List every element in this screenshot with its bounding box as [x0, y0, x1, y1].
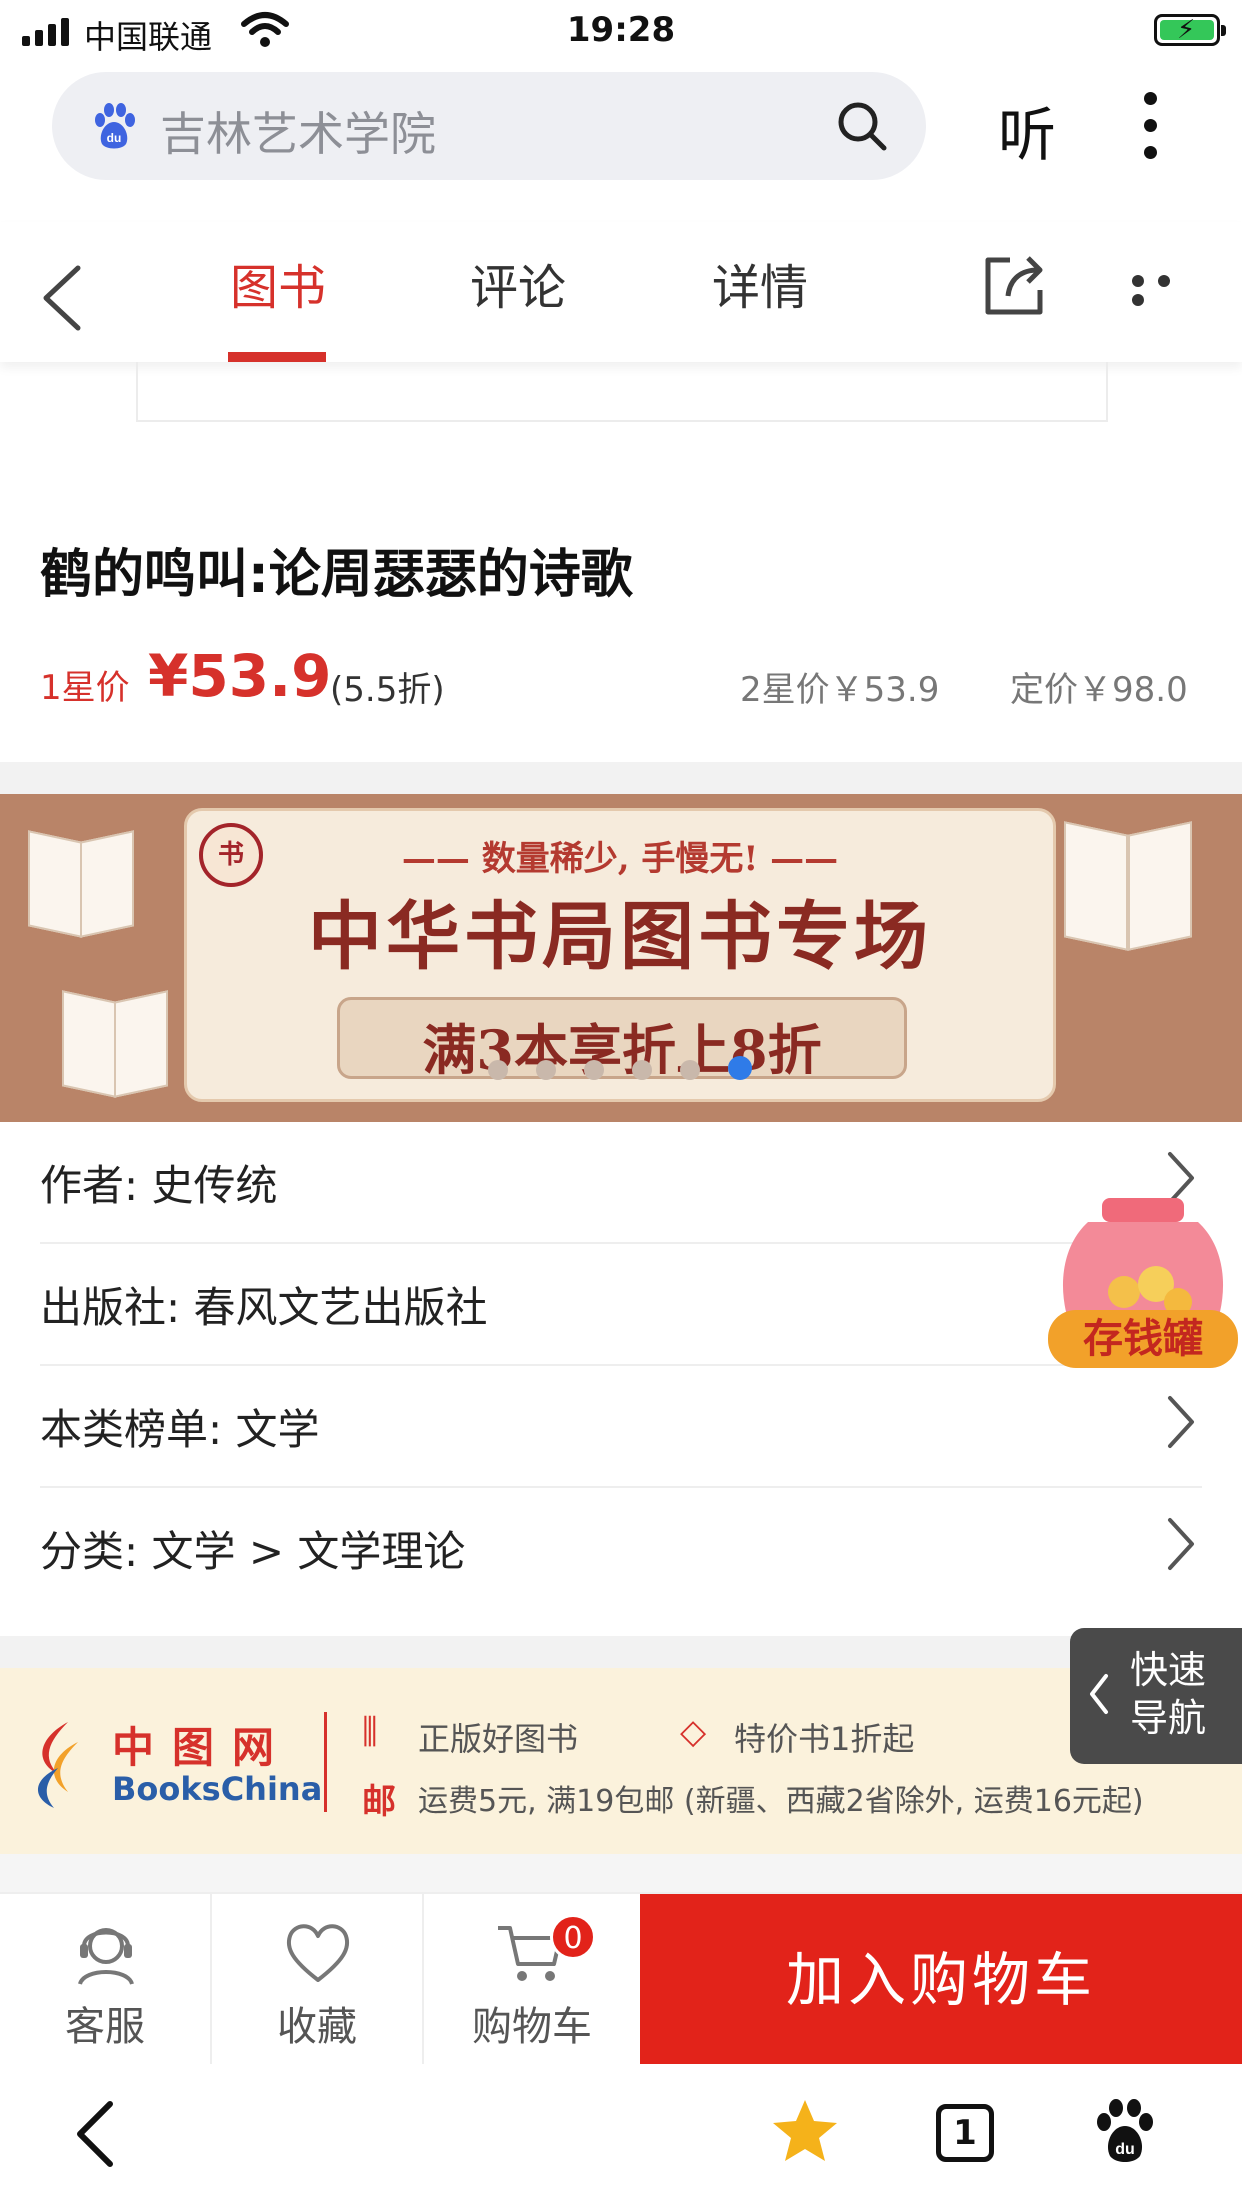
price-tag-icon: ◇ — [680, 1712, 707, 1752]
quick-nav-label: 快速导航 — [1130, 1648, 1207, 1740]
section-divider — [0, 1854, 1242, 1892]
ranking-text: 本类榜单: 文学 — [40, 1405, 320, 1454]
battery-icon: ⚡ — [1154, 14, 1226, 46]
listen-button[interactable]: 听 — [998, 88, 1056, 172]
add-to-cart-button[interactable]: 加入购物车 — [640, 1894, 1242, 2066]
tab-details[interactable]: 详情 — [712, 248, 808, 318]
carousel-dot — [680, 1060, 700, 1080]
promo-banner[interactable]: 书 —— 数量稀少, 手慢无! —— 中华书局图书专场 满3本享折上8折 — [0, 794, 1242, 1122]
baidu-paw-icon: du — [95, 103, 135, 149]
banner-headline: 中华书局图书专场 — [308, 894, 932, 980]
svg-text:du: du — [107, 131, 122, 145]
shipping-policy: 运费5元, 满19包邮 (新疆、西藏2省除外, 运费16元起) — [418, 1784, 1144, 1819]
status-bar: 中国联通 19:28 ⚡ — [0, 0, 1242, 66]
headset-icon — [78, 1928, 134, 1985]
store-name-en: BooksChina — [112, 1770, 323, 1808]
baidu-home-icon[interactable]: du — [1094, 2098, 1156, 2164]
carousel-dot — [632, 1060, 652, 1080]
savings-jar-button[interactable]: 存钱罐 — [1044, 1192, 1242, 1378]
tab-books[interactable]: 图书 — [230, 248, 326, 318]
shipping-icon: 邮 — [362, 1782, 396, 1822]
star2-price: 2星价￥53.9 — [740, 670, 940, 710]
search-bar[interactable]: du 吉林艺术学院 — [52, 72, 926, 180]
carousel-dot-active — [728, 1056, 752, 1080]
star1-price: ¥53.9 — [148, 642, 332, 710]
tab-count-button[interactable]: 1 — [936, 2104, 994, 2162]
svg-text:du: du — [1115, 2141, 1135, 2158]
search-input[interactable]: 吉林艺术学院 — [160, 98, 436, 164]
feature-discount: 特价书1折起 — [734, 1720, 915, 1758]
info-row-author[interactable]: 作者: 史传统 — [40, 1122, 1202, 1244]
chevron-right-icon — [1168, 1518, 1194, 1570]
more-options-icon[interactable] — [1140, 92, 1160, 162]
cart-button[interactable]: 0 购物车 — [424, 1894, 640, 2066]
tab-nav: 图书 评论 详情 — [0, 222, 1242, 362]
browser-toolbar: 1 du — [0, 2064, 1242, 2208]
carousel-dots[interactable] — [488, 1056, 780, 1080]
feature-genuine: 正版好图书 — [418, 1720, 579, 1758]
heart-icon — [286, 1924, 350, 1982]
bookmark-star-icon[interactable] — [770, 2096, 840, 2166]
books-icon: ⫼ — [362, 1712, 378, 1752]
browser-back-icon[interactable] — [74, 2098, 116, 2170]
more-icon[interactable] — [1132, 272, 1208, 306]
share-icon[interactable] — [978, 250, 1050, 322]
price-row: 1星价 ¥53.9 (5.5折) 2星价￥53.9 定价￥98.0 — [40, 642, 1210, 718]
category-text: 分类: 文学 > 文学理论 — [40, 1527, 466, 1576]
list-price: 定价￥98.0 — [1010, 670, 1188, 710]
customer-service-label: 客服 — [65, 2004, 145, 2050]
book-title: 鹤的鸣叫:论周瑟瑟的诗歌 — [40, 545, 633, 605]
favorite-label: 收藏 — [277, 2004, 357, 2050]
cart-count-badge: 0 — [550, 1914, 596, 1960]
store-divider — [324, 1712, 327, 1812]
cart-label: 购物车 — [472, 2004, 592, 2050]
store-info-strip[interactable]: 中图网 BooksChina ⫼ 正版好图书 ◇ 特价书1折起 邮 运费5元, … — [0, 1668, 1242, 1854]
clock: 19:28 — [566, 10, 676, 50]
info-row-publisher[interactable]: 出版社: 春风文艺出版社 — [40, 1244, 1202, 1366]
product-image-frame — [136, 362, 1108, 422]
discount-rate: (5.5折) — [330, 670, 445, 710]
active-tab-indicator — [228, 352, 326, 362]
chevron-right-icon — [1168, 1396, 1194, 1448]
section-divider — [0, 1636, 1242, 1668]
chevron-left-icon — [1090, 1674, 1108, 1714]
banner-tagline: —— 数量稀少, 手慢无! —— — [401, 839, 839, 879]
action-bar: 客服 收藏 0 购物车 加入购物车 — [0, 1892, 1242, 2066]
search-icon[interactable] — [834, 98, 890, 154]
carousel-dot — [488, 1060, 508, 1080]
store-name-cn: 中图网 — [112, 1723, 293, 1772]
author-text: 作者: 史传统 — [40, 1161, 278, 1210]
carousel-dot — [536, 1060, 556, 1080]
savings-jar-label: 存钱罐 — [1083, 1316, 1203, 1362]
open-book-decoration — [22, 822, 142, 938]
publisher-text: 出版社: 春风文艺出版社 — [40, 1283, 488, 1332]
carousel-dot — [584, 1060, 604, 1080]
section-divider — [0, 762, 1242, 794]
open-book-decoration — [1058, 814, 1198, 951]
favorite-button[interactable]: 收藏 — [212, 1894, 424, 2066]
info-row-category[interactable]: 分类: 文学 > 文学理论 — [40, 1488, 1202, 1610]
back-icon[interactable] — [38, 262, 86, 334]
bookschina-logo-icon — [37, 1722, 78, 1808]
star1-label: 1星价 — [40, 668, 130, 708]
quick-nav-button[interactable]: 快速导航 — [1070, 1628, 1242, 1764]
open-book-decoration — [56, 982, 176, 1098]
info-row-ranking[interactable]: 本类榜单: 文学 — [40, 1366, 1202, 1488]
tab-reviews[interactable]: 评论 — [470, 248, 566, 318]
customer-service-button[interactable]: 客服 — [0, 1894, 212, 2066]
